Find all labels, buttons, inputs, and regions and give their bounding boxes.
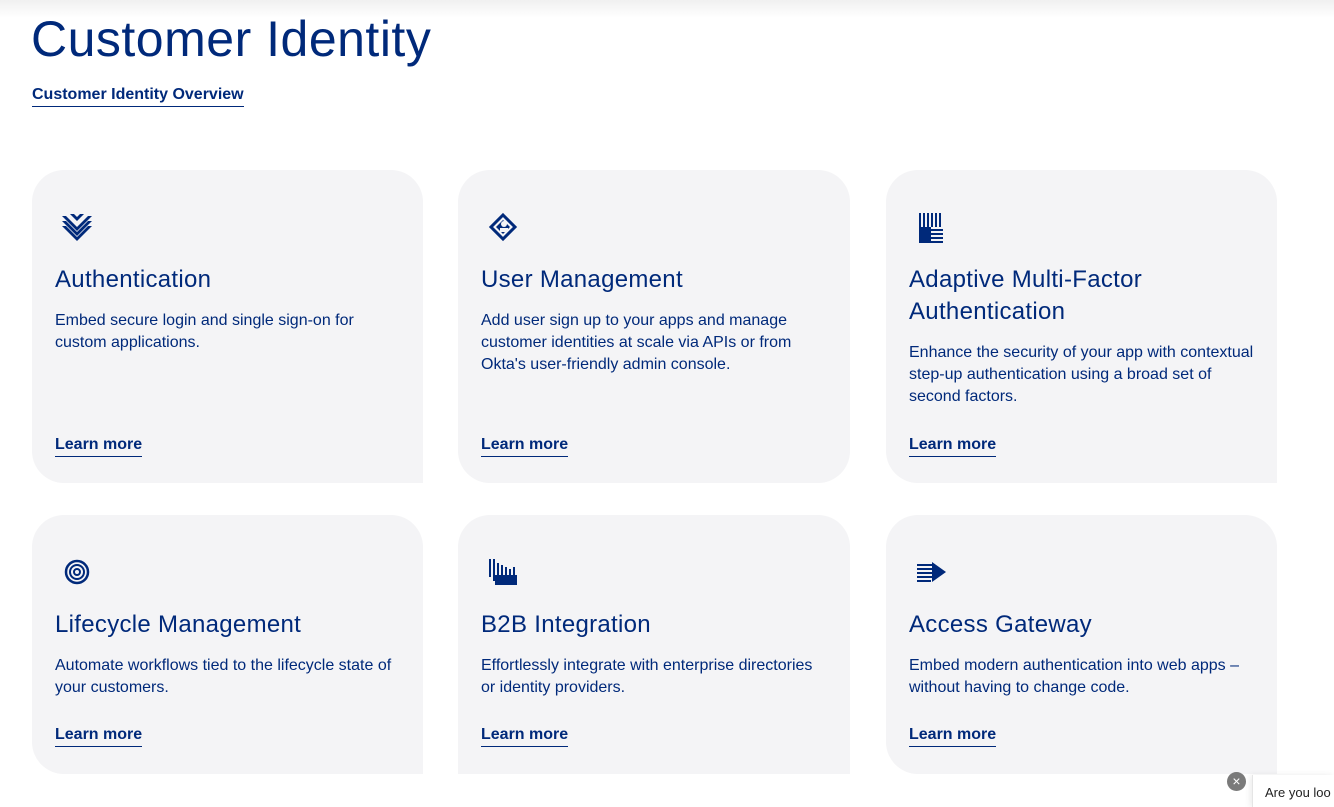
chat-teaser-text: Are you loo <box>1265 785 1331 800</box>
learn-more-link[interactable]: Learn more <box>481 436 569 457</box>
concentric-circles-icon <box>60 555 94 589</box>
card-description: Automate workflows tied to the lifecycle… <box>55 657 392 696</box>
learn-more-link[interactable]: Learn more <box>909 726 997 747</box>
card-description: Add user sign up to your apps and manage… <box>481 312 792 373</box>
card-title: Access Gateway <box>909 611 1092 638</box>
card-description: Enhance the security of your app with co… <box>909 344 1254 405</box>
card-authentication: Authentication Embed secure login and si… <box>32 170 423 483</box>
card-title: Adaptive Multi-Factor Authentication <box>909 266 1143 325</box>
card-access-gateway: Access Gateway Embed modern authenticati… <box>886 515 1277 774</box>
learn-more-link[interactable]: Learn more <box>55 436 143 457</box>
card-adaptive-mfa: Adaptive Multi-Factor Authentication Enh… <box>886 170 1277 483</box>
card-title: User Management <box>481 266 683 293</box>
card-user-management: User Management Add user sign up to your… <box>458 170 850 483</box>
customer-identity-overview-link[interactable]: Customer Identity Overview <box>32 86 244 107</box>
card-b2b-integration: B2B Integration Effortlessly integrate w… <box>458 515 850 774</box>
close-chat-button[interactable]: × <box>1227 772 1246 791</box>
striped-blocks-icon <box>914 210 948 244</box>
layered-chevrons-icon <box>60 210 94 244</box>
card-description: Embed secure login and single sign-on fo… <box>55 312 354 351</box>
page-title: Customer Identity <box>31 11 432 67</box>
card-title: B2B Integration <box>481 611 651 638</box>
card-description: Embed modern authentication into web app… <box>909 657 1239 696</box>
card-lifecycle-management: Lifecycle Management Automate workflows … <box>32 515 423 774</box>
card-title: Authentication <box>55 266 212 293</box>
card-description: Effortlessly integrate with enterprise d… <box>481 657 813 696</box>
learn-more-link[interactable]: Learn more <box>55 726 143 747</box>
striped-arrow-icon <box>914 555 948 589</box>
chat-teaser[interactable]: Are you loo <box>1252 775 1334 807</box>
diamond-user-icon <box>486 210 520 244</box>
barcode-columns-icon <box>486 555 520 589</box>
learn-more-link[interactable]: Learn more <box>481 726 569 747</box>
learn-more-link[interactable]: Learn more <box>909 436 997 457</box>
card-title: Lifecycle Management <box>55 611 302 638</box>
